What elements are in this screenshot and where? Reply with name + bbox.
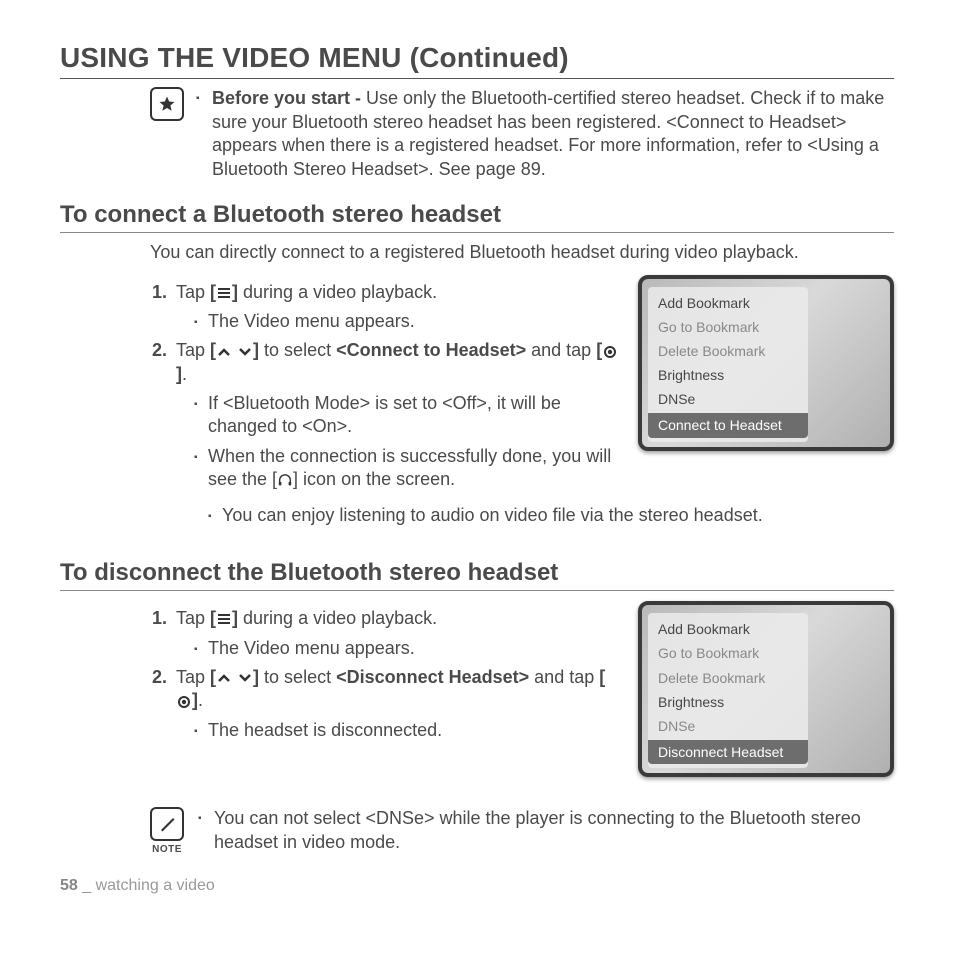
heading-disconnect: To disconnect the Bluetooth stereo heads…	[60, 557, 894, 591]
connect-intro: You can directly connect to a registered…	[150, 241, 894, 264]
device-screenshot-connect: Add Bookmark Go to Bookmark Delete Bookm…	[638, 275, 894, 451]
device-screenshot-disconnect: Add Bookmark Go to Bookmark Delete Bookm…	[638, 601, 894, 777]
page-number: 58	[60, 877, 78, 894]
connect-step-2: Tap [ ] to select <Connect to Headset> a…	[172, 339, 620, 491]
page-title: USING THE VIDEO MENU (Continued)	[60, 40, 894, 79]
heading-connect: To connect a Bluetooth stereo headset	[60, 199, 894, 233]
note-label: NOTE	[152, 843, 182, 856]
menu-item: DNSe	[648, 714, 808, 738]
connect-step1-sub: The Video menu appears.	[194, 310, 620, 333]
chevron-down-icon	[237, 346, 253, 358]
menu-item: DNSe	[648, 387, 808, 411]
note-text-wrap: You can not select <DNSe> while the play…	[198, 807, 894, 856]
disconnect-step1-sub: The Video menu appears.	[194, 637, 620, 660]
menu-item-highlight: Connect to Headset	[648, 413, 808, 437]
connect-sub3-wrap: You can enjoy listening to audio on vide…	[190, 504, 894, 527]
note-text: You can not select <DNSe> while the play…	[198, 807, 894, 854]
chevron-up-icon	[216, 672, 232, 684]
disconnect-steps: Tap [] during a video playback. The Vide…	[150, 607, 620, 742]
device-menu-disconnect: Add Bookmark Go to Bookmark Delete Bookm…	[648, 613, 808, 768]
menu-item: Delete Bookmark	[648, 339, 808, 363]
chevron-down-icon	[237, 672, 253, 684]
before-you-start-block: Before you start - Use only the Bluetoot…	[60, 87, 894, 181]
menu-item: Brightness	[648, 690, 808, 714]
menu-button-icon	[216, 612, 232, 626]
connect-step-1: Tap [] during a video playback. The Vide…	[172, 281, 620, 334]
connect-sub3: You can enjoy listening to audio on vide…	[208, 504, 894, 527]
connect-sub1: If <Bluetooth Mode> is set to <Off>, it …	[194, 392, 620, 439]
select-button-icon	[176, 695, 192, 709]
connect-sub2: When the connection is successfully done…	[194, 445, 620, 492]
menu-item: Go to Bookmark	[648, 641, 808, 665]
chevron-up-icon	[216, 346, 232, 358]
note-icon	[150, 807, 184, 841]
menu-item: Add Bookmark	[648, 291, 808, 315]
menu-item: Delete Bookmark	[648, 666, 808, 690]
menu-item: Brightness	[648, 363, 808, 387]
menu-item: Add Bookmark	[648, 617, 808, 641]
menu-button-icon	[216, 286, 232, 300]
star-icon	[150, 87, 184, 121]
select-button-icon	[602, 345, 618, 359]
page-footer: 58 _ watching a video	[60, 876, 894, 897]
menu-item: Go to Bookmark	[648, 315, 808, 339]
disconnect-step-2: Tap [ ] to select <Disconnect Headset> a…	[172, 666, 620, 742]
note-block: NOTE You can not select <DNSe> while the…	[60, 807, 894, 856]
connect-steps: Tap [] during a video playback. The Vide…	[150, 281, 620, 492]
disconnect-step-1: Tap [] during a video playback. The Vide…	[172, 607, 620, 660]
headset-icon	[277, 474, 293, 488]
disconnect-sub1: The headset is disconnected.	[194, 719, 620, 742]
before-you-start-text: Before you start - Use only the Bluetoot…	[196, 87, 894, 181]
menu-item-highlight: Disconnect Headset	[648, 740, 808, 764]
before-lead: Before you start -	[212, 88, 361, 108]
device-menu-connect: Add Bookmark Go to Bookmark Delete Bookm…	[648, 287, 808, 442]
chapter-name: watching a video	[96, 877, 215, 894]
